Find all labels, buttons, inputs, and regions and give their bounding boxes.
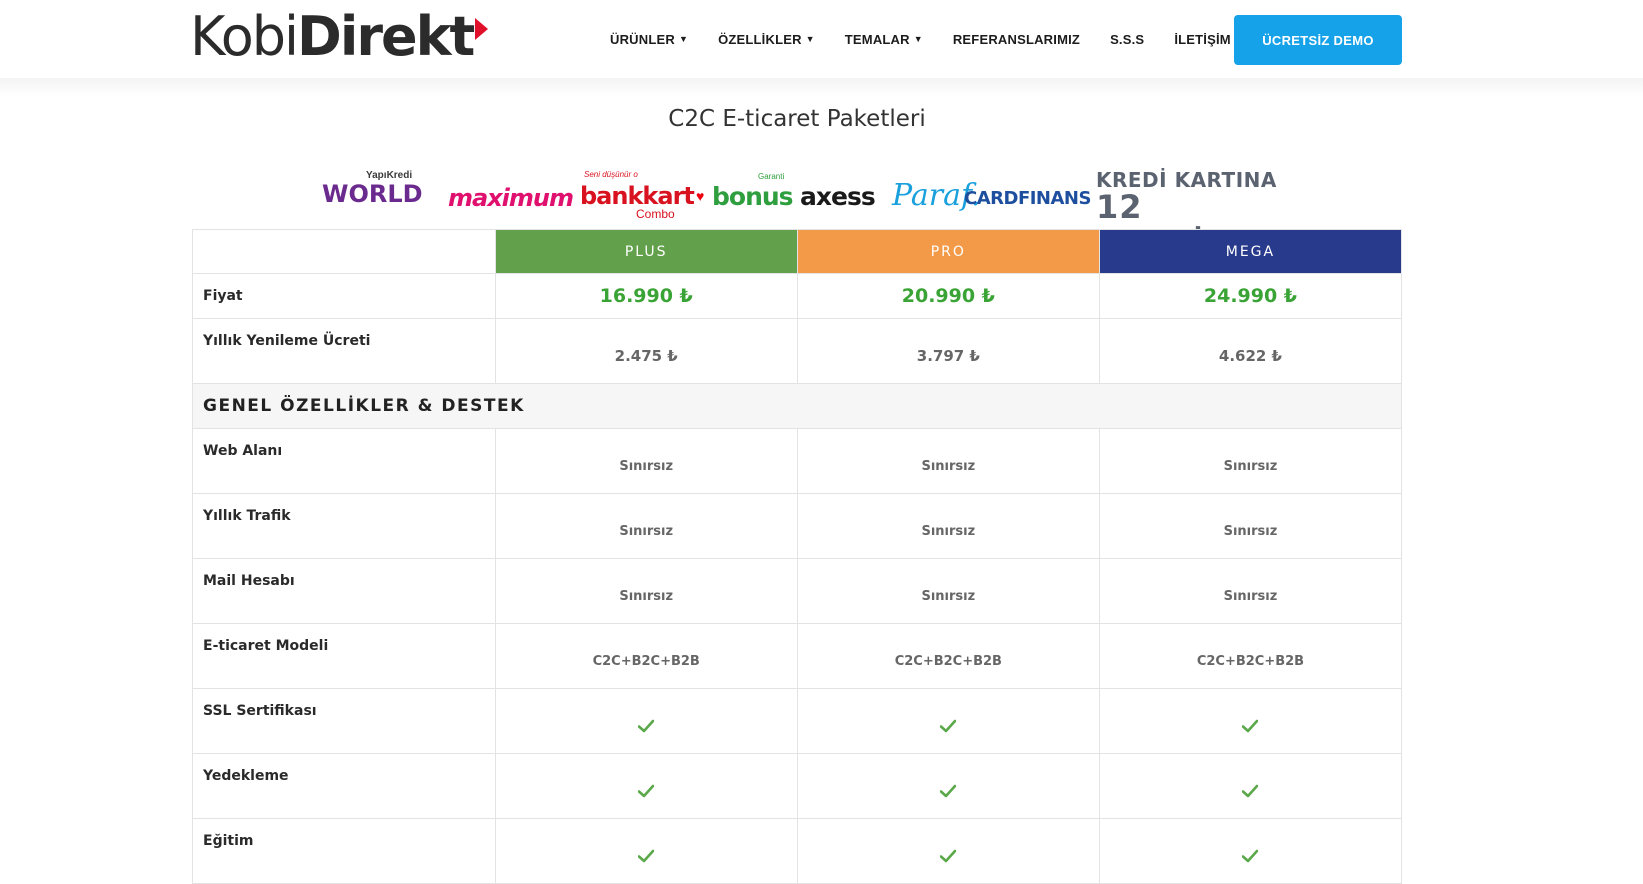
feature-value: Sınırsız [1100,559,1403,623]
check-icon [1100,689,1403,753]
feature-value: C2C+B2C+B2B [798,624,1100,688]
check-icon [1100,754,1403,818]
feature-value: Sınırsız [496,429,798,493]
heart-icon: ♥ [696,188,705,204]
renewal-label: Yıllık Yenileme Ücreti [193,319,496,383]
chevron-down-icon: ▼ [805,34,815,44]
price-row: Fiyat 16.990 ₺ 20.990 ₺ 24.990 ₺ [193,274,1403,319]
nav-item-ozellikler[interactable]: ÖZELLİKLER ▼ [718,32,815,47]
nav-label: TEMALAR [844,31,910,47]
feature-label: SSL Sertifikası [193,689,496,753]
credit-card-logos: YapıKredi WORLD maximum Seni düşünür o b… [320,164,1280,264]
feature-value: C2C+B2C+B2B [1100,624,1403,688]
check-icon [798,819,1100,883]
nav-label: ÜRÜNLER [610,31,675,47]
pricing-table: PLUS PRO MEGA Fiyat 16.990 ₺ 20.990 ₺ 24… [192,229,1403,884]
check-icon [496,819,798,883]
feature-value: Sınırsız [496,494,798,558]
feature-label: Yıllık Trafik [193,494,496,558]
feature-value: Sınırsız [798,429,1100,493]
check-icon [1100,819,1403,883]
feature-value: Sınırsız [496,559,798,623]
site-header: Kobi Direkt ÜRÜNLER ▼ ÖZELLİKLER ▼ TEMALAR ▼… [0,0,1643,78]
bankkart-logo: bankkart [580,182,695,210]
maximum-logo: maximum [448,184,574,212]
plan-header-row: PLUS PRO MEGA [193,229,1402,274]
bonus-logo: bonus [712,182,794,211]
logo-text-direkt: Direkt [297,4,475,68]
table-row: Yıllık Trafik Sınırsız Sınırsız Sınırsız [193,494,1403,559]
nav-item-urunler[interactable]: ÜRÜNLER ▼ [610,32,688,47]
empty-header-cell [193,230,496,273]
feature-label: Web Alanı [193,429,496,493]
cardfinans-logo: CARDFINANS [964,188,1091,209]
nav-item-temalar[interactable]: TEMALAR ▼ [845,32,923,47]
plan-header-plus: PLUS [495,230,798,273]
world-logo: WORLD [322,180,423,208]
bonus-logo-sub: Garanti [758,172,785,181]
chevron-down-icon: ▼ [678,34,689,44]
logo-arrow-icon [475,18,489,40]
feature-label: Yedekleme [193,754,496,818]
price-pro: 20.990 ₺ [798,274,1100,318]
nav-label: ÖZELLİKLER [718,31,802,47]
plan-header-pro: PRO [797,230,1100,273]
nav-item-referanslarimiz[interactable]: REFERANSLARIMIZ [953,32,1080,47]
nav-label: S.S.S [1110,31,1145,47]
bankkart-combo-label: Combo [636,207,675,221]
table-row: Yedekleme [193,754,1403,819]
check-icon [798,689,1100,753]
logo-text-kobi: Kobi [190,4,299,68]
nav-label: REFERANSLARIMIZ [952,31,1081,47]
table-row: E-ticaret Modeli C2C+B2C+B2B C2C+B2C+B2B… [193,624,1403,689]
nav-item-sss[interactable]: S.S.S [1110,32,1144,47]
feature-value: Sınırsız [1100,429,1403,493]
nav-item-iletisim[interactable]: İLETİŞİM [1174,32,1231,47]
plan-header-mega: MEGA [1099,230,1402,273]
feature-label: E-ticaret Modeli [193,624,496,688]
header-shadow [0,78,1643,96]
price-label: Fiyat [193,274,496,318]
renewal-plus: 2.475 ₺ [496,319,798,383]
check-icon [798,754,1100,818]
check-icon [496,754,798,818]
feature-value: Sınırsız [1100,494,1403,558]
page-title: C2C E-ticaret Paketleri [668,106,926,132]
main-nav: ÜRÜNLER ▼ ÖZELLİKLER ▼ TEMALAR ▼ REFERANSLA… [610,0,1261,78]
feature-value: C2C+B2C+B2B [496,624,798,688]
free-demo-button[interactable]: ÜCRETSİZ DEMO [1234,15,1402,65]
renewal-row: Yıllık Yenileme Ücreti 2.475 ₺ 3.797 ₺ 4… [193,319,1403,384]
nav-label: İLETİŞİM [1174,31,1231,47]
table-row: Mail Hesabı Sınırsız Sınırsız Sınırsız [193,559,1403,624]
renewal-pro: 3.797 ₺ [798,319,1100,383]
section-title: GENEL ÖZELLİKLER & DESTEK [193,384,1402,428]
chevron-down-icon: ▼ [913,34,923,44]
table-row: Eğitim [193,819,1403,884]
feature-label: Mail Hesabı [193,559,496,623]
axess-logo: axess [800,182,876,211]
section-row: GENEL ÖZELLİKLER & DESTEK [193,384,1402,429]
table-row: SSL Sertifikası [193,689,1403,754]
price-mega: 24.990 ₺ [1100,274,1403,318]
renewal-mega: 4.622 ₺ [1100,319,1403,383]
feature-label: Eğitim [193,819,496,883]
feature-value: Sınırsız [798,494,1100,558]
kobidirekt-logo[interactable]: Kobi Direkt [190,4,489,68]
check-icon [496,689,798,753]
price-plus: 16.990 ₺ [496,274,798,318]
table-row: Web Alanı Sınırsız Sınırsız Sınırsız [193,429,1403,494]
bankkart-logo-sub: Seni düşünür o [584,170,638,179]
feature-value: Sınırsız [798,559,1100,623]
